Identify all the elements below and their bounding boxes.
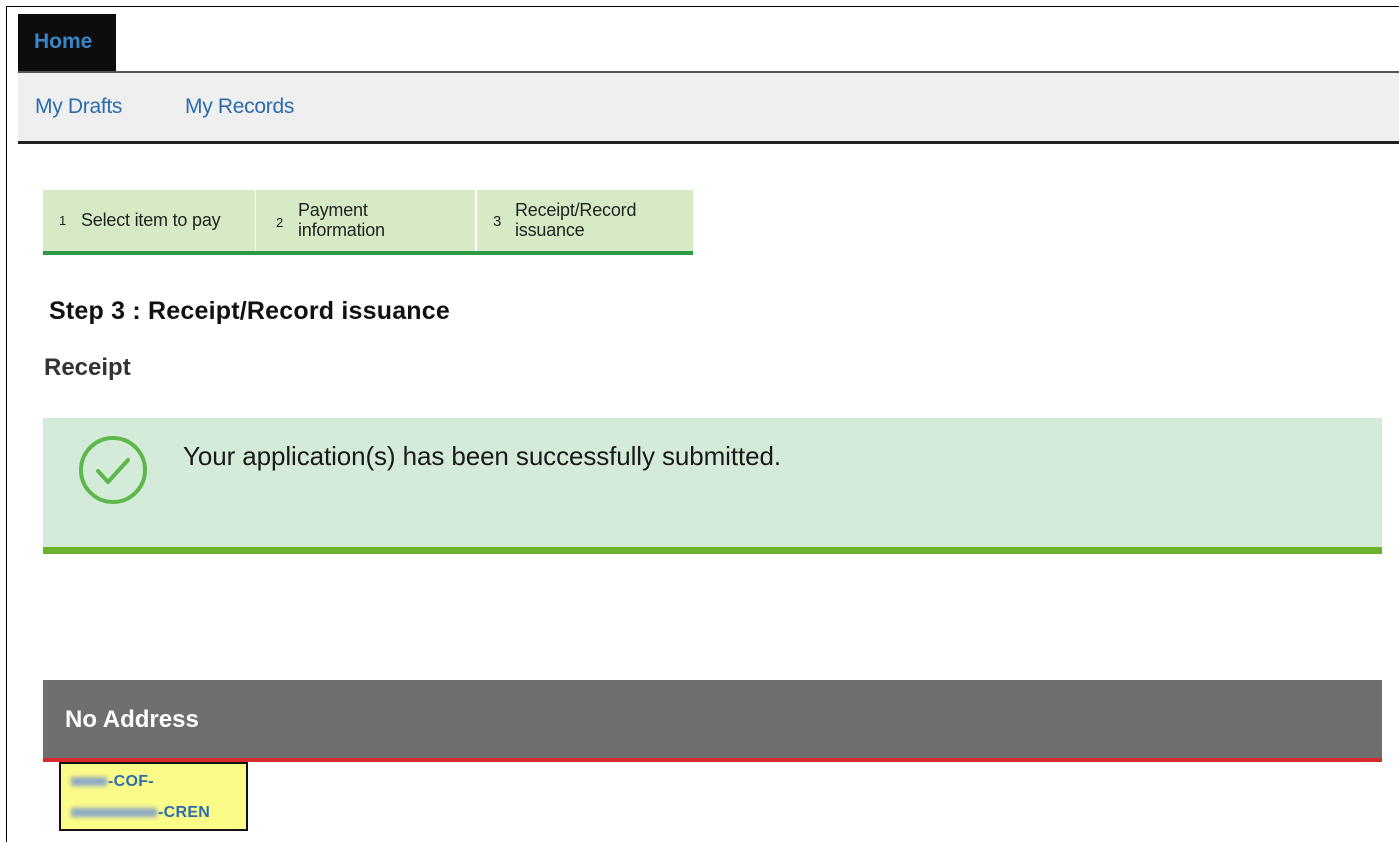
tab-home[interactable]: Home <box>18 14 116 80</box>
step-1-label: Select item to pay <box>81 210 221 230</box>
step-2: 2 Payment information <box>255 190 475 251</box>
step-2-number: 2 <box>276 215 284 230</box>
step-indicator: 1 Select item to pay 2 Payment informati… <box>43 190 693 255</box>
address-header: No Address <box>43 680 1382 762</box>
nav-link-my-drafts[interactable]: My Drafts <box>35 95 122 119</box>
step-2-label: Payment information <box>298 200 385 240</box>
step-3-number: 3 <box>493 213 502 230</box>
record-id-line-1: -COF- <box>71 773 154 791</box>
nav-link-my-records[interactable]: My Records <box>185 95 294 119</box>
tab-home-label: Home <box>34 30 93 53</box>
step-3-label: Receipt/Record issuance <box>515 200 637 240</box>
redacted-text <box>71 808 157 818</box>
address-title: No Address <box>65 706 199 733</box>
section-heading-receipt: Receipt <box>44 354 131 381</box>
record-link[interactable]: -COF- -CREN <box>59 762 248 831</box>
step-1-number: 1 <box>59 213 67 228</box>
redacted-text <box>71 777 107 787</box>
success-alert: Your application(s) has been successfull… <box>43 418 1382 554</box>
success-message: Your application(s) has been successfull… <box>183 441 781 471</box>
check-circle-icon <box>79 436 147 504</box>
page-title: Step 3 : Receipt/Record issuance <box>49 297 450 325</box>
record-id-suffix-2: -CREN <box>158 804 211 821</box>
step-3: 3 Receipt/Record issuance <box>475 190 693 251</box>
step-1: 1 Select item to pay <box>43 190 255 251</box>
record-id-line-2: -CREN <box>71 804 210 822</box>
record-id-suffix-1: -COF- <box>108 773 154 790</box>
secondary-nav: My Drafts My Records <box>18 71 1399 144</box>
